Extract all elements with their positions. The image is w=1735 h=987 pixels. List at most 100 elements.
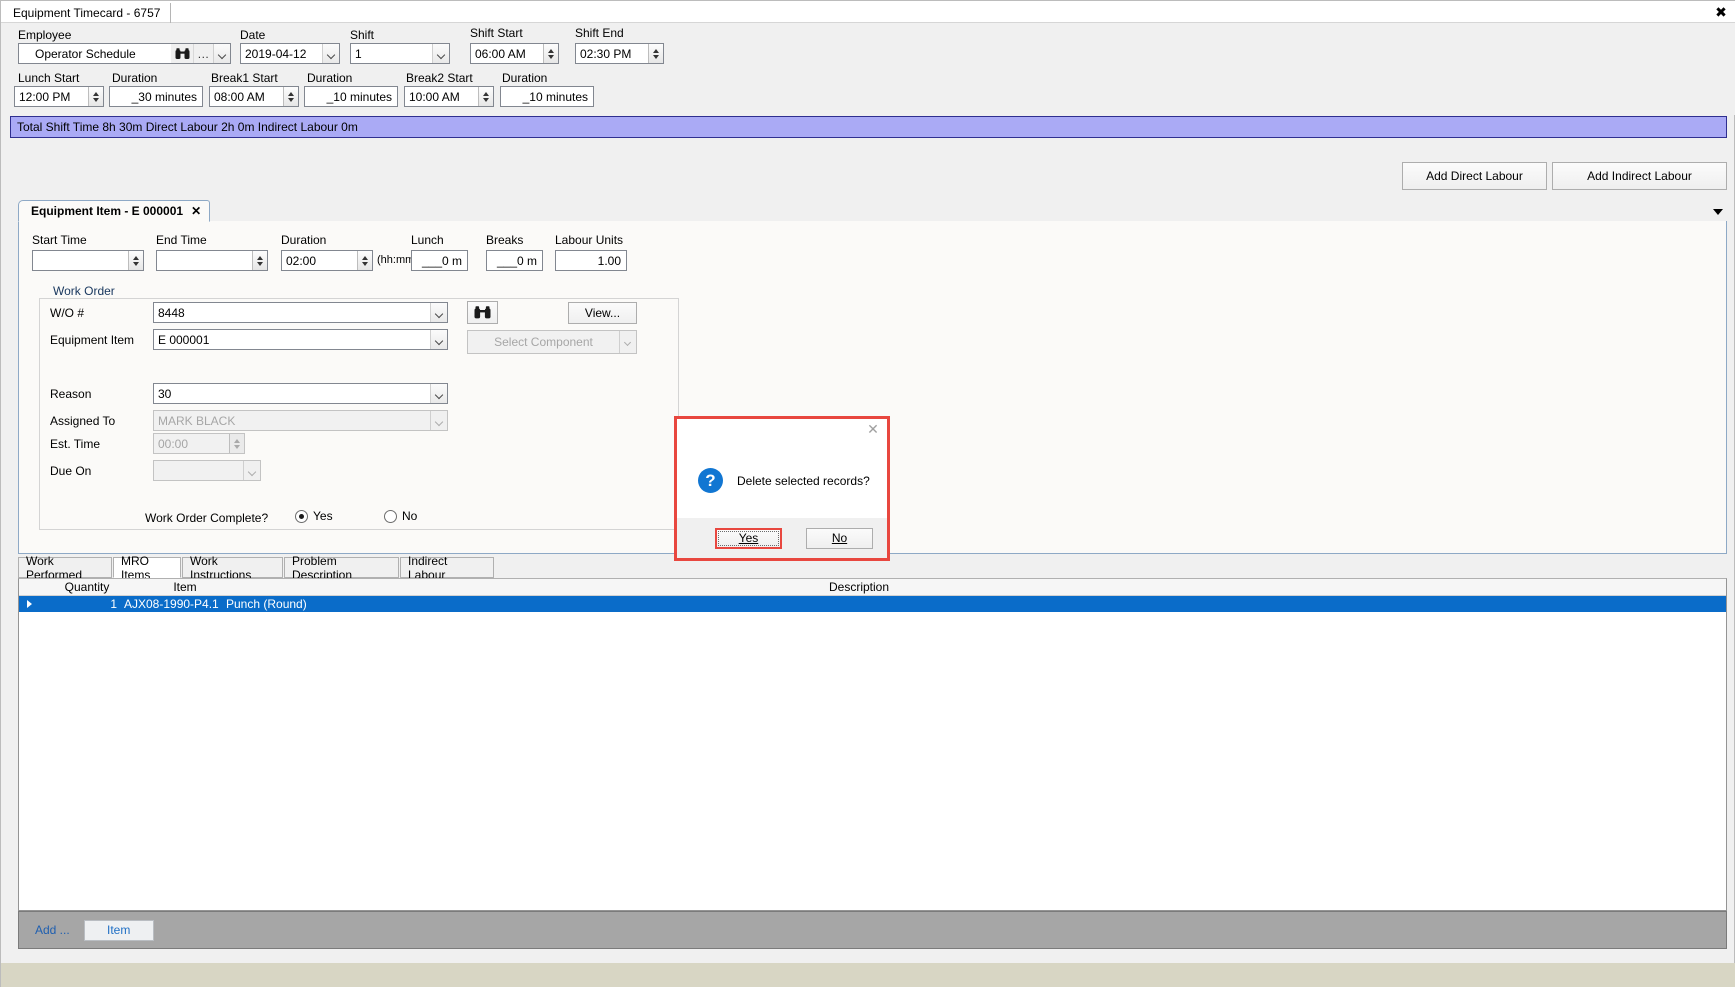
est-time-field: 00:00 [153,433,245,454]
dialog-button-row: Yes No [677,518,887,558]
column-header-item[interactable]: Item [137,580,233,594]
break1-duration-label: Duration [307,71,353,85]
binoculars-icon[interactable] [171,44,193,63]
break2-start-value: 10:00 AM [409,89,460,104]
column-header-description[interactable]: Description [779,580,939,594]
break2-duration-field[interactable]: _10 minutes [500,86,594,107]
labour-units-label: Labour Units [555,233,624,247]
close-icon[interactable]: ✖ [1712,3,1730,21]
close-icon[interactable]: ✕ [865,422,881,436]
tab-work-performed[interactable]: Work Performed [18,554,112,582]
break1-start-stepper[interactable] [283,87,298,106]
wo-number-field[interactable]: 8448 [153,302,448,323]
break2-start-label: Break2 Start [406,71,473,85]
breaks-value: ___0 m [496,253,537,268]
employee-browse-button[interactable]: ... [193,44,213,63]
chevron-down-icon [625,340,632,344]
reason-field[interactable]: 30 [153,383,448,404]
column-header-quantity[interactable]: Quantity [41,580,133,594]
chevron-down-icon [219,52,226,56]
radio-yes-label: Yes [313,509,333,523]
labour-units-field[interactable]: 1.00 [555,250,627,271]
shift-totals-bar: Total Shift Time 8h 30m Direct Labour 2h… [10,116,1727,138]
break1-start-label: Break1 Start [211,71,278,85]
end-time-field[interactable] [156,250,268,271]
shift-end-field[interactable]: 02:30 PM [575,43,664,64]
cell-quantity: 1 [110,597,117,611]
radio-work-order-complete-yes[interactable]: Yes [295,509,333,523]
wo-search-button[interactable] [467,301,498,324]
shift-start-field[interactable]: 06:00 AM [470,43,559,64]
wo-number-label: W/O # [50,306,85,320]
view-button-label: View... [584,306,621,320]
reason-label: Reason [50,387,92,401]
start-time-stepper[interactable] [128,251,143,270]
dialog-content: ? Delete selected records? [677,443,887,518]
view-button[interactable]: View... [568,302,637,324]
select-component-dropdown-button[interactable] [619,331,636,353]
end-time-stepper[interactable] [252,251,267,270]
equipment-item-dropdown-button[interactable] [430,330,447,349]
duration-label: Duration [281,233,327,247]
lunch-duration-label: Duration [112,71,158,85]
shift-field[interactable]: 1 [350,43,450,64]
collapse-arrow-icon[interactable] [1711,206,1725,218]
start-time-field[interactable] [32,250,144,271]
equipment-item-field[interactable]: E 000001 [153,329,448,350]
est-time-value: 00:00 [158,436,189,451]
table-row[interactable]: 1 AJX08-1990-P4.1 Punch (Round) [19,596,1726,612]
radio-work-order-complete-no[interactable]: No [384,509,417,523]
break2-duration-value: _10 minutes [522,89,588,104]
tab-work-instructions[interactable]: Work Instructions [182,554,283,582]
no-button[interactable]: No [806,527,873,549]
duration-field[interactable]: 02:00 [281,250,373,271]
labour-units-value: 1.00 [597,253,621,268]
break2-start-field[interactable]: 10:00 AM [404,86,494,107]
document-tab[interactable]: Equipment Timecard - 6757 [5,3,172,23]
reason-dropdown-button[interactable] [430,384,447,403]
lunch-start-field[interactable]: 12:00 PM [14,86,104,107]
grid-footer-bar: Add ... Item [18,911,1727,949]
dialog-body-wrap: ✕ ? Delete selected records? Yes No [677,419,887,558]
chevron-down-icon [436,392,443,396]
lunch-duration-field[interactable]: _30 minutes [109,86,203,107]
cell-item: AJX08-1990-P4.1 [124,597,219,611]
radio-no-indicator [384,509,397,523]
tab-problem-description[interactable]: Problem Description [284,554,399,582]
tab-mro-items[interactable]: MRO Items [113,554,181,582]
add-item-button[interactable]: Item [83,919,154,941]
add-label: Add ... [35,923,70,937]
break1-start-value: 08:00 AM [214,89,265,104]
shift-dropdown-button[interactable] [432,44,449,63]
binoculars-glyph [175,47,189,59]
shift-label: Shift [350,28,375,42]
add-indirect-labour-button[interactable]: Add Indirect Labour [1552,162,1727,190]
close-icon[interactable]: ✕ [191,204,201,218]
employee-label: Employee [18,28,72,42]
wo-number-dropdown-button[interactable] [430,303,447,322]
select-component-button[interactable]: Select Component [467,330,637,354]
duration-stepper[interactable] [357,251,372,270]
lunch-label: Lunch [411,233,444,247]
employee-field[interactable]: Operator Schedule ... [18,43,231,64]
date-field[interactable]: 2019-04-12 [240,43,340,64]
date-dropdown-button[interactable] [322,44,339,63]
grid-header-row: Quantity Item Description [19,579,1726,596]
assigned-to-value: MARK BLACK [158,413,236,428]
yes-button[interactable]: Yes [715,527,782,549]
lunch-field[interactable]: ___0 m [411,250,468,271]
cell-description: Punch (Round) [226,597,307,611]
lunch-start-stepper[interactable] [88,87,103,106]
assigned-to-field: MARK BLACK [153,410,448,431]
shift-end-stepper[interactable] [648,44,663,63]
breaks-field[interactable]: ___0 m [486,250,543,271]
shift-start-stepper[interactable] [543,44,558,63]
employee-dropdown-button[interactable] [213,44,230,63]
break1-start-field[interactable]: 08:00 AM [209,86,299,107]
tab-equipment-item[interactable]: Equipment Item - E 000001 ✕ [18,200,211,222]
add-direct-labour-button[interactable]: Add Direct Labour [1402,162,1547,190]
break2-start-stepper[interactable] [478,87,493,106]
date-value: 2019-04-12 [245,46,307,61]
tab-indirect-labour[interactable]: Indirect Labour [400,554,494,582]
break1-duration-field[interactable]: _10 minutes [304,86,398,107]
